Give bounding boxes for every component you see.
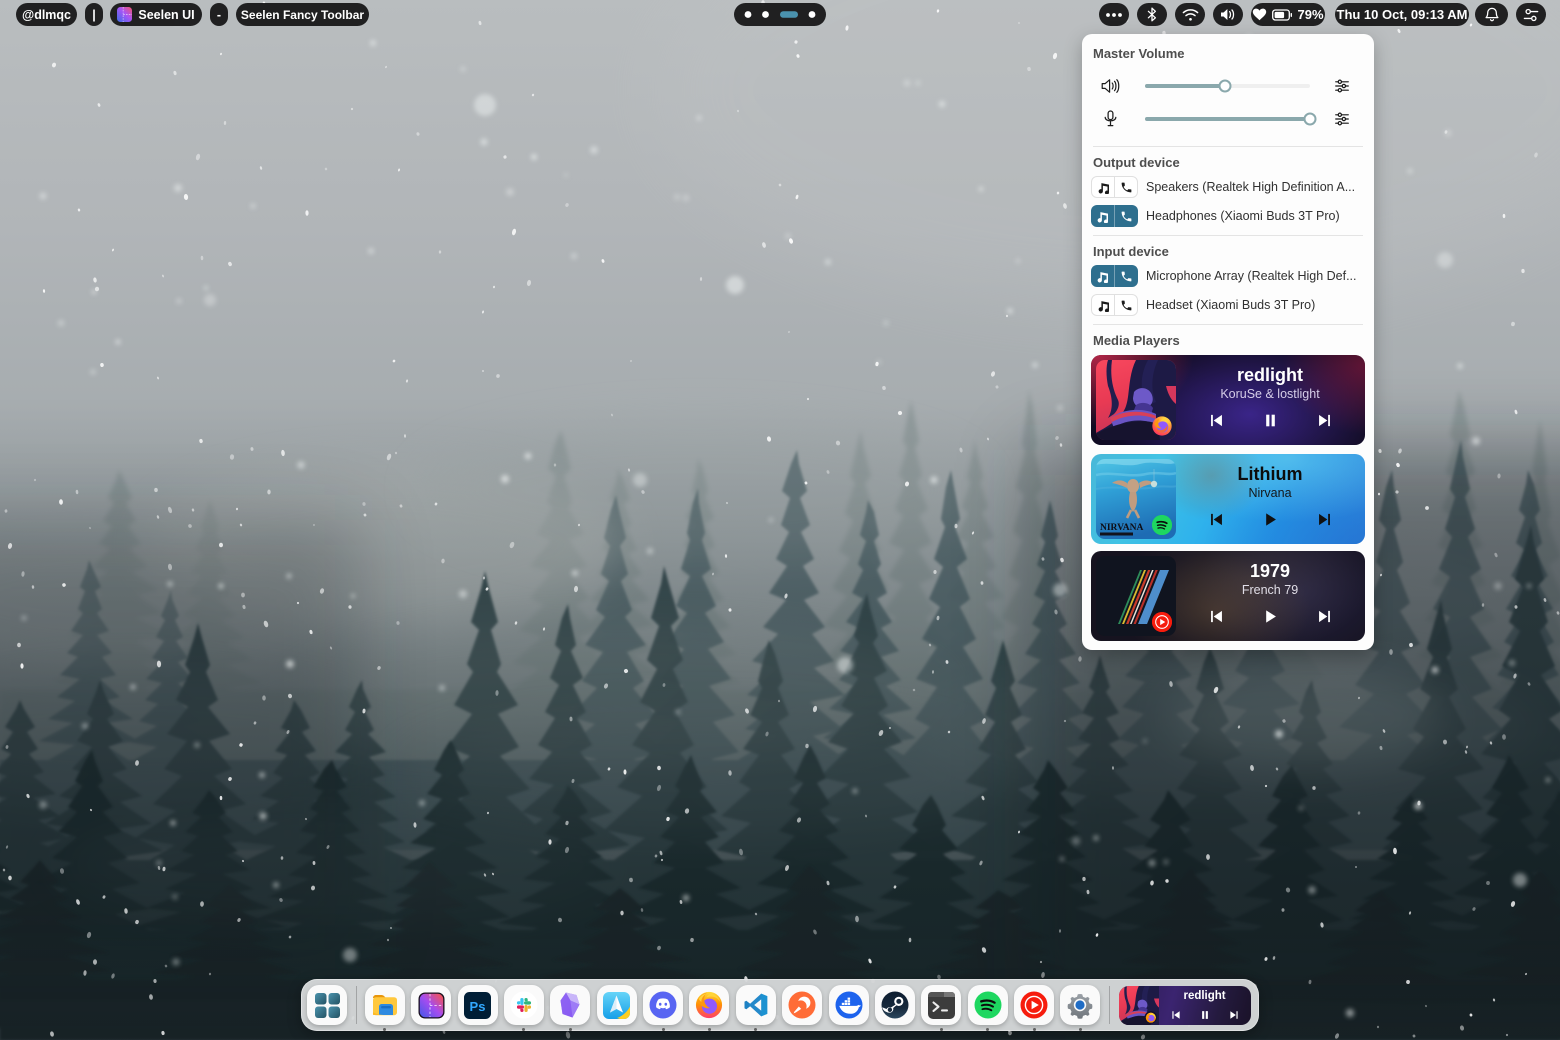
svg-text:NIRVANA: NIRVANA: [1100, 523, 1143, 533]
svg-text:Ps: Ps: [470, 999, 486, 1014]
